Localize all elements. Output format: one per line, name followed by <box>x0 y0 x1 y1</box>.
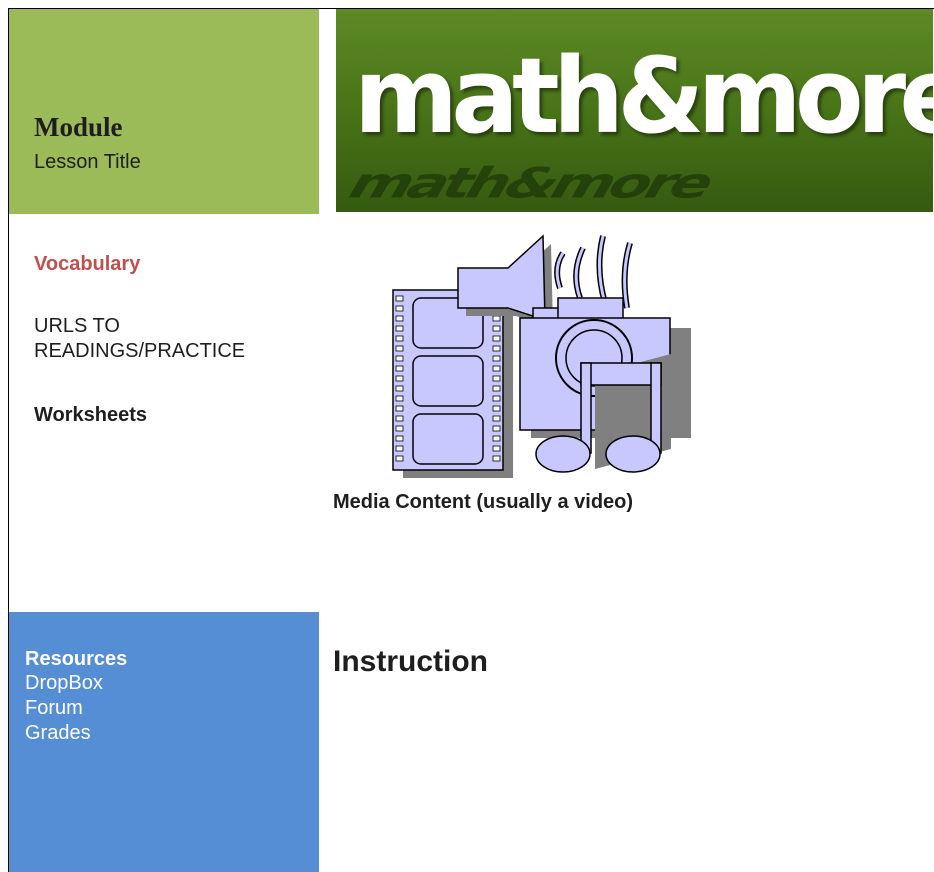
media-caption: Media Content (usually a video) <box>333 491 634 513</box>
multimedia-clipart-icon <box>392 234 691 478</box>
readings-practice-line-1: URLS TO <box>34 315 120 337</box>
vocabulary-link[interactable]: Vocabulary <box>34 253 140 276</box>
banner-logo-shadow: math&more <box>337 159 722 208</box>
resource-link-forum[interactable]: Forum <box>25 697 83 720</box>
resource-link-dropbox[interactable]: DropBox <box>25 672 103 695</box>
worksheets-link[interactable]: Worksheets <box>34 404 147 427</box>
readings-practice-link[interactable]: URLS TO READINGS/PRACTICE <box>34 314 245 364</box>
resource-link-grades[interactable]: Grades <box>25 722 91 745</box>
readings-practice-line-2: READINGS/PRACTICE <box>34 340 246 362</box>
instruction-heading: Instruction <box>333 645 488 678</box>
resources-heading: Resources <box>25 648 128 670</box>
lesson-title: Lesson Title <box>34 151 141 173</box>
math-and-more-banner: math&more math&more <box>336 9 933 212</box>
banner-logo: math&more <box>354 35 933 157</box>
module-title: Module <box>34 112 123 142</box>
media-content-placeholder[interactable] <box>383 228 693 483</box>
